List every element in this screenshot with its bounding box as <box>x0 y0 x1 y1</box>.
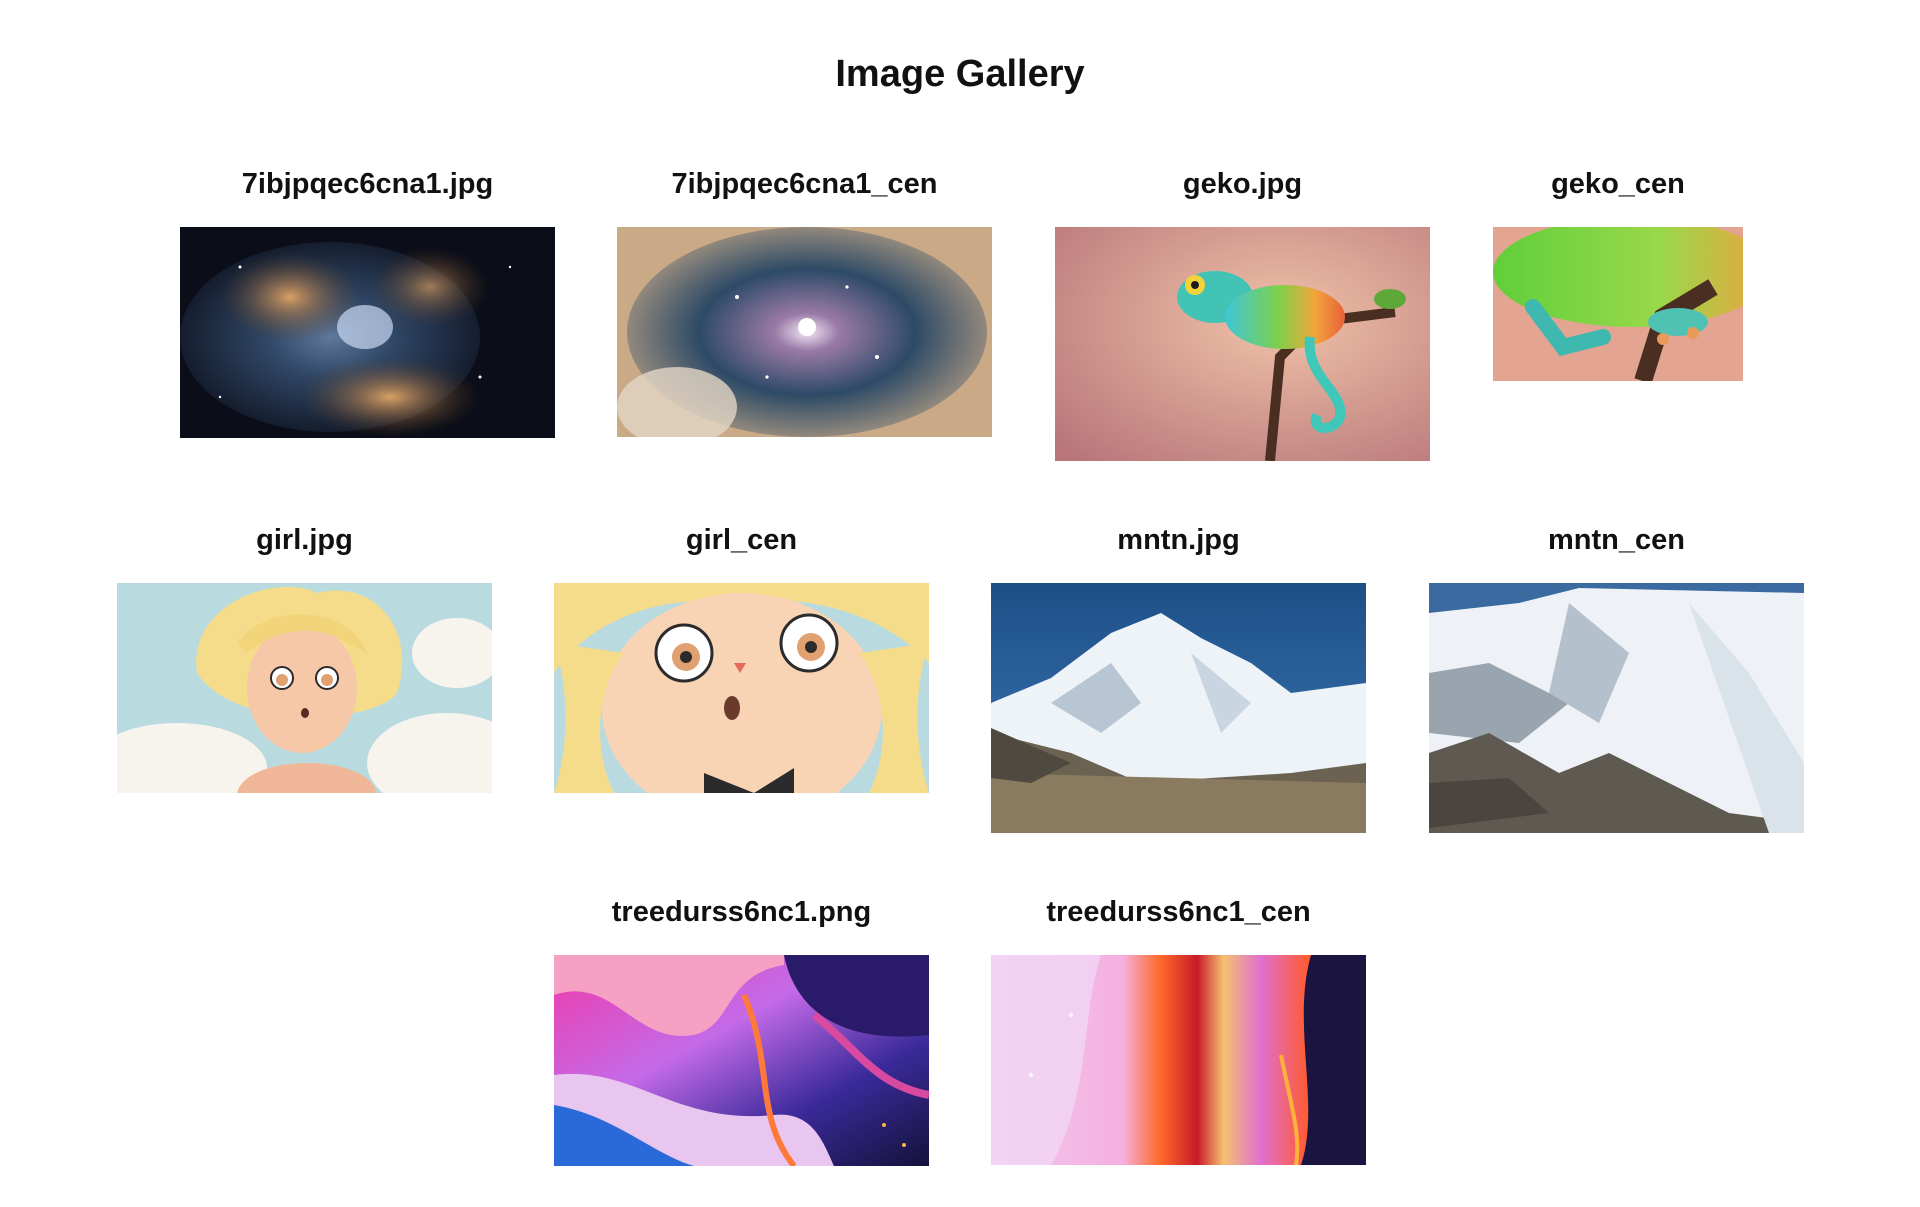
gallery-thumbnail-chameleon-center[interactable] <box>1493 227 1743 381</box>
gallery-thumbnail-nebula-center[interactable] <box>617 227 992 437</box>
gallery-thumbnail-anime-girl-center[interactable] <box>554 583 929 793</box>
gallery-caption: geko.jpg <box>1182 168 1303 200</box>
gallery-caption: mntn_cen <box>1548 524 1685 556</box>
gallery-thumbnail-anime-girl[interactable] <box>117 583 492 793</box>
anime-girl-image <box>117 583 492 793</box>
gallery-thumbnail-fluid-abstract[interactable] <box>554 955 929 1166</box>
gallery-caption: 7ibjpqec6cna1.jpg <box>241 168 494 200</box>
mountain-center-image <box>1429 583 1804 833</box>
fluid-abstract-center-image <box>991 955 1366 1165</box>
gallery-thumbnail-mountain[interactable] <box>991 583 1366 833</box>
gallery-thumbnail-mountain-center[interactable] <box>1429 583 1804 833</box>
gallery-caption: girl.jpg <box>256 524 353 556</box>
mountain-image <box>991 583 1366 833</box>
gallery-caption: geko_cen <box>1551 168 1685 200</box>
chameleon-image <box>1055 227 1430 461</box>
chameleon-center-image <box>1493 227 1743 381</box>
gallery-caption: 7ibjpqec6cna1_cen <box>671 168 938 200</box>
page-title: Image Gallery <box>835 53 1085 95</box>
gallery-caption: mntn.jpg <box>1117 524 1240 556</box>
gallery-caption: treedurss6nc1.png <box>611 896 872 928</box>
gallery-caption: treedurss6nc1_cen <box>1046 896 1311 928</box>
nebula-image <box>180 227 555 438</box>
anime-girl-center-image <box>554 583 929 793</box>
fluid-abstract-image <box>554 955 929 1166</box>
gallery-caption: girl_cen <box>685 524 798 556</box>
nebula-center-image <box>617 227 992 437</box>
gallery-thumbnail-fluid-abstract-center[interactable] <box>991 955 1366 1165</box>
gallery-thumbnail-nebula[interactable] <box>180 227 555 438</box>
gallery-thumbnail-chameleon[interactable] <box>1055 227 1430 461</box>
